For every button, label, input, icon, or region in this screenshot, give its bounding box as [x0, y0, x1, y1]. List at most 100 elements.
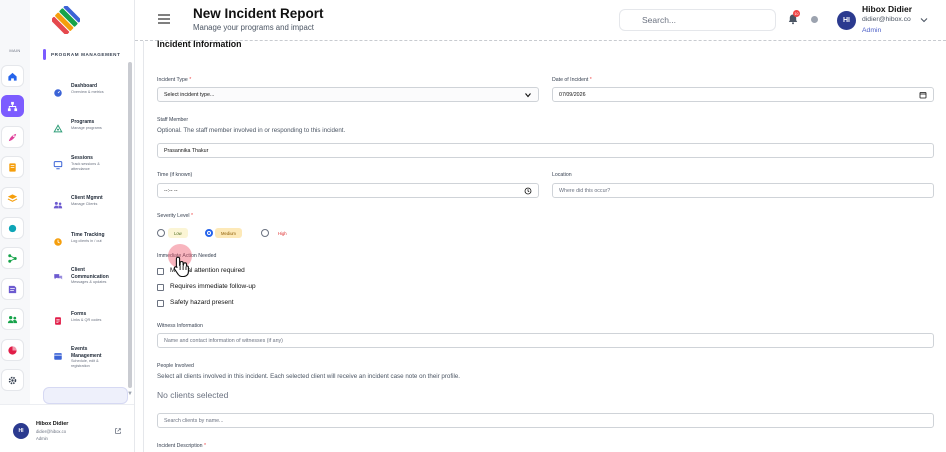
nav-item-subtitle: Links & QR codes [71, 317, 102, 322]
staff-input[interactable]: Prasannika Thakur [157, 143, 934, 158]
calendar-icon[interactable] [919, 91, 927, 99]
follow-up-checkbox[interactable] [157, 284, 164, 291]
date-label: Date of Incident * [552, 77, 592, 83]
header-user-name[interactable]: Hibox Didier [862, 4, 912, 14]
rail-button-rocket[interactable] [1, 126, 24, 148]
avatar[interactable]: HI [13, 423, 29, 439]
severity-low-radio[interactable] [157, 229, 165, 237]
dashboard-icon [54, 89, 62, 97]
user-email: didier@hibox.co [36, 429, 67, 434]
rail-button-note[interactable] [1, 278, 24, 300]
sidebar-divider [134, 0, 135, 452]
nav-item-subtitle: Track sessions & [71, 161, 100, 166]
medical-attention-checkbox[interactable] [157, 268, 164, 275]
staff-value: Prasannika Thakur [164, 147, 209, 154]
time-label: Time (if known) [157, 172, 193, 178]
forms-icon [55, 317, 61, 325]
section-accent-bar [43, 49, 46, 60]
search-input[interactable] [620, 10, 775, 30]
client-search-placeholder: Search clients by name... [164, 417, 224, 424]
program-management-heading: PROGRAM MANAGEMENT [51, 52, 121, 57]
circle-icon [8, 224, 17, 232]
user-role: Admin [36, 436, 48, 441]
global-search[interactable] [619, 9, 776, 31]
people-label: People Involved [157, 363, 194, 369]
severity-medium-radio[interactable] [205, 229, 213, 237]
sessions-icon [53, 157, 63, 170]
nav-item-text: Forms Links & QR codes [71, 311, 101, 323]
scroll-down-arrow-icon[interactable]: ▼ [127, 391, 133, 397]
theme-toggle-icon[interactable] [811, 16, 818, 23]
header-avatar[interactable]: HI [837, 11, 856, 30]
client-mgmt-icon [53, 201, 63, 209]
hamburger-menu-icon[interactable] [158, 14, 170, 24]
brand-logo-icon[interactable] [52, 6, 80, 34]
page-subtitle: Manage your programs and impact [193, 23, 314, 32]
witness-input[interactable]: Name and contact information of witnesse… [157, 333, 934, 348]
notification-badge: 10 [793, 10, 800, 17]
rail-button-share[interactable] [1, 247, 24, 269]
rail-button-layers[interactable] [1, 187, 24, 209]
severity-medium-pill[interactable]: Medium [215, 228, 242, 238]
severity-low-pill[interactable]: Low [168, 228, 188, 238]
clock-icon [54, 238, 62, 246]
rail-button-circle[interactable] [1, 217, 24, 239]
rail-button-sitemap[interactable] [1, 95, 24, 117]
rail-button-home[interactable] [1, 65, 24, 87]
chevron-down-icon[interactable] [920, 16, 928, 24]
incident-type-select[interactable]: Select incident type... [157, 87, 539, 102]
external-link-icon[interactable] [114, 427, 122, 435]
location-label: Location [552, 172, 572, 178]
top-header: New Incident Report Manage your programs… [135, 0, 946, 40]
rail-button-users[interactable] [1, 308, 24, 330]
date-input[interactable]: 07/09/2026 [552, 87, 934, 102]
severity-label: Severity Level * [157, 213, 194, 219]
programs-icon [53, 124, 63, 133]
nav-scrollbar-thumb[interactable] [128, 62, 132, 388]
nav-item-text: Programs Manage programs [71, 119, 102, 131]
client-search-input[interactable]: Search clients by name... [157, 413, 934, 428]
gear-icon [8, 376, 17, 384]
app-root: MAIN PROGRAM MANAGEMENT Dashboard Overvie… [0, 0, 946, 452]
users-icon [7, 315, 18, 323]
clock-icon [53, 234, 63, 246]
layers-icon [7, 193, 18, 202]
clock-icon[interactable] [524, 187, 532, 195]
severity-high-radio[interactable] [261, 229, 269, 237]
book-icon [9, 162, 16, 172]
nav-item-title: Time Tracking [71, 232, 105, 238]
nav-item-subtitle: registration [71, 364, 90, 368]
severity-high-pill[interactable]: High [272, 228, 293, 238]
no-clients-text: No clients selected [157, 390, 229, 400]
client-mgmt-icon [53, 197, 63, 209]
user-name: Hibox Didier [36, 421, 69, 427]
header-divider [135, 40, 946, 41]
icon-rail: MAIN [0, 0, 30, 404]
follow-up-label[interactable]: Requires immediate follow-up [170, 283, 256, 290]
description-label: Incident Description * [157, 443, 207, 449]
safety-hazard-checkbox[interactable] [157, 300, 164, 307]
nav-item-subtitle: Overview & metrics [71, 89, 104, 94]
nav-item-title: Client Mgmnt [71, 195, 103, 201]
sitemap-icon [7, 101, 18, 111]
nav-item-partial[interactable] [43, 387, 128, 404]
nav-item-subtitle: attendance [71, 166, 90, 171]
nav-item-subtitle: Manage programs [71, 125, 102, 130]
nav-item-text: Dashboard Overview & metrics [71, 83, 104, 95]
note-icon [8, 285, 17, 293]
location-input[interactable]: Where did this occur? [552, 183, 934, 198]
share-icon [8, 253, 17, 263]
rail-button-pie-chart[interactable] [1, 339, 24, 361]
time-input[interactable]: --:-- -- [157, 183, 539, 198]
rail-button-book[interactable] [1, 156, 24, 178]
nav-item-text: Client Mgmnt Manage Clients [71, 195, 103, 207]
witness-label: Witness Information [157, 323, 203, 329]
header-user-email: didier@hibox.co [862, 16, 911, 23]
form-card-edge [143, 41, 144, 452]
rail-button-gear[interactable] [1, 369, 24, 391]
chat-icon [54, 274, 63, 280]
nav-item-text: Sessions Track sessions & attendance [71, 155, 100, 172]
nav-item-text: Events Management Schedule, edit & registra… [71, 346, 102, 369]
safety-hazard-label[interactable]: Safety hazard present [170, 299, 234, 306]
pie-chart-icon [8, 345, 17, 355]
